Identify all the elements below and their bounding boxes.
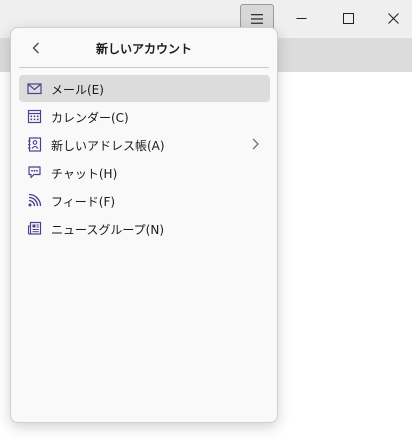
menu-item-label: フィード(F) bbox=[51, 195, 116, 209]
maximize-button[interactable] bbox=[325, 0, 371, 36]
menu-item-address-book[interactable]: 新しいアドレス帳(A) bbox=[19, 131, 270, 158]
mail-icon bbox=[27, 81, 42, 96]
chevron-right-icon bbox=[248, 137, 262, 151]
feed-icon bbox=[27, 193, 42, 208]
calendar-icon bbox=[27, 109, 42, 124]
close-icon bbox=[387, 12, 399, 24]
new-account-menu: 新しいアカウント メール(E) カレンダー(C) 新しいアドレス帳(A) チャッ… bbox=[10, 27, 278, 423]
close-button[interactable] bbox=[370, 0, 412, 36]
menu-item-label: 新しいアドレス帳(A) bbox=[51, 139, 165, 153]
menu-item-chat[interactable]: チャット(H) bbox=[19, 159, 270, 186]
maximize-icon bbox=[342, 12, 354, 24]
menu-item-calendar[interactable]: カレンダー(C) bbox=[19, 103, 270, 130]
header-divider bbox=[19, 67, 269, 68]
chat-icon bbox=[27, 165, 42, 180]
menu-title: 新しいアカウント bbox=[95, 42, 192, 56]
newsgroup-icon bbox=[27, 221, 42, 236]
minimize-icon bbox=[296, 17, 306, 19]
menu-header: 新しいアカウント bbox=[11, 28, 277, 67]
menu-item-label: カレンダー(C) bbox=[51, 111, 129, 125]
menu-item-label: ニュースグループ(N) bbox=[51, 223, 165, 237]
menu-item-label: チャット(H) bbox=[51, 167, 118, 181]
menu-item-feed[interactable]: フィード(F) bbox=[19, 187, 270, 214]
menu-item-label: メール(E) bbox=[51, 83, 104, 97]
menu-item-newsgroup[interactable]: ニュースグループ(N) bbox=[19, 215, 270, 242]
hamburger-icon bbox=[251, 13, 263, 24]
address-book-icon bbox=[27, 137, 42, 152]
menu-item-mail[interactable]: メール(E) bbox=[19, 75, 270, 102]
minimize-button[interactable] bbox=[278, 0, 324, 36]
